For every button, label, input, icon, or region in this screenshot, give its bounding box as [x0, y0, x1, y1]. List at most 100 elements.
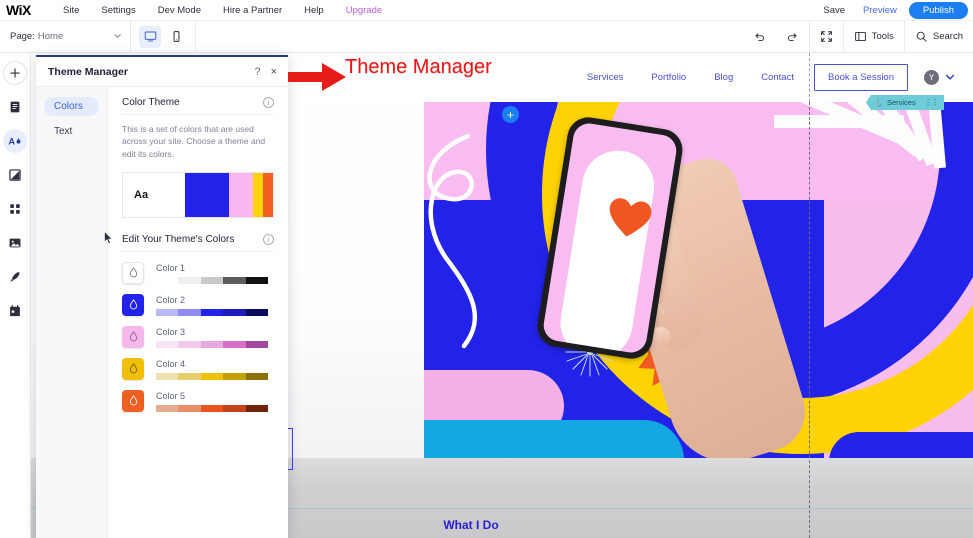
menu-item-hire-a-partner[interactable]: Hire a Partner	[212, 0, 293, 21]
preview-button[interactable]: Preview	[854, 5, 906, 16]
menu-item-help[interactable]: Help	[293, 0, 335, 21]
ramp-step[interactable]	[156, 372, 179, 380]
add-elements-button[interactable]	[3, 61, 27, 85]
desktop-view-button[interactable]	[139, 25, 161, 48]
color-ramp-4[interactable]	[156, 372, 269, 380]
media-button[interactable]	[3, 231, 27, 255]
ramp-step[interactable]	[200, 372, 224, 380]
droplet-icon	[129, 267, 137, 278]
color-label-1: Color 1	[156, 262, 186, 273]
color-ramp-2[interactable]	[156, 308, 269, 316]
ramp-step[interactable]	[200, 276, 224, 284]
menu-item-settings[interactable]: Settings	[90, 0, 146, 21]
nav-link-contact[interactable]: Contact	[747, 72, 808, 83]
ramp-step[interactable]	[223, 276, 246, 284]
blog-button[interactable]	[3, 265, 27, 289]
anchor-icon: ⚓	[873, 98, 883, 107]
bookings-button[interactable]	[3, 299, 27, 323]
arrow-right-icon	[288, 63, 346, 91]
ramp-step[interactable]	[156, 276, 179, 284]
wix-logo[interactable]: WiX	[6, 2, 46, 18]
ramp-step[interactable]	[178, 404, 201, 412]
mobile-icon	[173, 31, 179, 42]
theme-preview-swatch[interactable]: Aa	[122, 171, 274, 218]
tab-colors[interactable]: Colors	[44, 97, 99, 116]
ramp-step[interactable]	[223, 308, 246, 316]
ramp-step[interactable]	[156, 340, 179, 348]
info-icon[interactable]: i	[263, 233, 274, 245]
undo-button[interactable]	[743, 21, 776, 53]
save-button[interactable]: Save	[814, 5, 854, 16]
ramp-step[interactable]	[245, 308, 269, 316]
ramp-step[interactable]	[200, 404, 224, 412]
close-icon[interactable]: ×	[271, 66, 277, 78]
color-label-4: Color 4	[156, 358, 186, 369]
color-row[interactable]: Color 3	[122, 325, 274, 348]
book-a-session-button[interactable]: Book a Session	[813, 64, 908, 91]
help-icon[interactable]: ?	[254, 66, 260, 78]
ramp-step[interactable]	[200, 308, 224, 316]
ramp-step[interactable]	[178, 276, 201, 284]
color-swatch-3[interactable]	[122, 325, 144, 348]
ramp-step[interactable]	[223, 404, 246, 412]
plus-icon	[10, 68, 20, 78]
ramp-step[interactable]	[223, 340, 246, 348]
color-swatch-4[interactable]	[122, 357, 144, 380]
ramp-step[interactable]	[245, 404, 269, 412]
color-row[interactable]: Color 2	[122, 293, 274, 316]
zoom-out-button[interactable]	[810, 21, 843, 53]
color-row[interactable]: Color 5	[122, 389, 274, 412]
drag-handle-icon[interactable]: ⋮⋮	[924, 98, 939, 107]
top-bar-actions: Save Preview Publish	[814, 1, 973, 19]
color-swatch-5[interactable]	[122, 389, 144, 412]
edit-colors-header: Edit Your Theme's Colors i	[122, 233, 274, 252]
color-ramp-5[interactable]	[156, 404, 269, 412]
ramp-step[interactable]	[245, 340, 269, 348]
color-ramp-3[interactable]	[156, 340, 269, 348]
ramp-step[interactable]	[178, 308, 201, 316]
color-ramp-1[interactable]	[156, 276, 269, 284]
ramp-step[interactable]	[156, 308, 179, 316]
menu-item-upgrade[interactable]: Upgrade	[335, 0, 393, 21]
ramp-step[interactable]	[223, 372, 246, 380]
ramp-step[interactable]	[245, 372, 269, 380]
tab-text[interactable]: Text	[44, 122, 99, 141]
page-selector[interactable]: Page: Home	[10, 31, 130, 42]
color-row[interactable]: Color 4	[122, 357, 274, 380]
pages-menu-button[interactable]	[3, 95, 27, 119]
canvas-guide-line	[809, 102, 810, 538]
left-icon-rail: A	[0, 53, 31, 538]
color-meta-1: Color 1	[156, 262, 274, 284]
color-swatch-2[interactable]	[122, 293, 144, 316]
menu-item-site[interactable]: Site	[52, 0, 90, 21]
ramp-step[interactable]	[156, 404, 179, 412]
color-swatch-1[interactable]	[122, 261, 144, 284]
color-theme-header: Color Theme i	[122, 97, 274, 115]
zoom-out-icon	[820, 31, 832, 42]
ramp-step[interactable]	[178, 372, 201, 380]
sidebar-item-theme-manager[interactable]: A	[3, 129, 27, 153]
anchor-badge-services[interactable]: ⚓ Services ⋮⋮	[866, 95, 944, 110]
nav-link-blog[interactable]: Blog	[700, 72, 747, 83]
ramp-step[interactable]	[200, 340, 224, 348]
theme-preview-color-2	[229, 172, 253, 217]
tools-button[interactable]: Tools	[844, 21, 904, 53]
redo-button[interactable]	[776, 21, 809, 53]
search-button[interactable]: Search	[905, 21, 973, 53]
ramp-step[interactable]	[245, 276, 269, 284]
color-row[interactable]: Color 1	[122, 261, 274, 284]
background-button[interactable]	[3, 163, 27, 187]
nav-link-portfolio[interactable]: Portfolio	[637, 72, 700, 83]
app-market-button[interactable]	[3, 197, 27, 221]
nav-link-services[interactable]: Services	[573, 72, 637, 83]
color-meta-5: Color 5	[156, 390, 274, 412]
publish-button[interactable]: Publish	[908, 1, 968, 19]
member-account-area[interactable]: Y	[924, 70, 955, 85]
mobile-view-button[interactable]	[165, 26, 187, 48]
ramp-step[interactable]	[178, 340, 201, 348]
info-icon[interactable]: i	[263, 97, 274, 108]
color-label-5: Color 5	[156, 390, 186, 401]
menu-item-dev-mode[interactable]: Dev Mode	[147, 0, 212, 21]
add-section-button[interactable]: +	[502, 106, 519, 123]
color-theme-description: This is a set of colors that are used ac…	[122, 124, 266, 159]
